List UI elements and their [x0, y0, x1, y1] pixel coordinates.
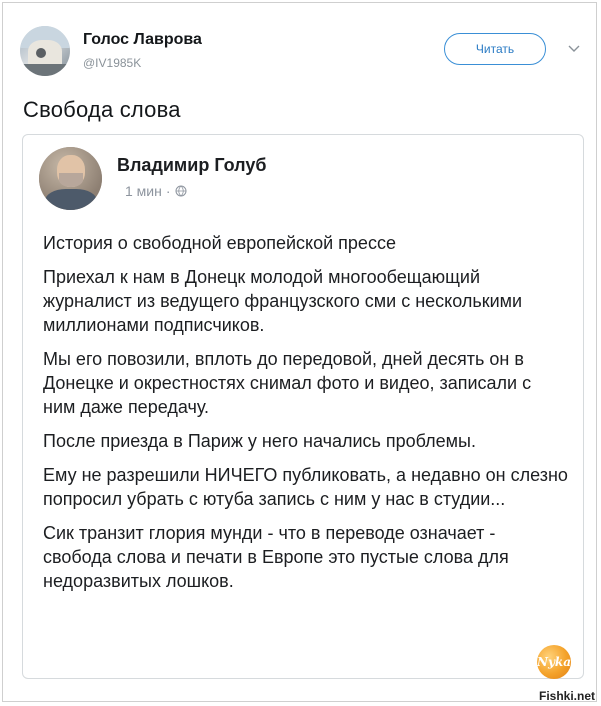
screenshot-frame: Голос Лаврова @IV1985K Читать Свобода сл…: [2, 2, 597, 702]
post-paragraph: Сик транзит глория мунди - что в перевод…: [43, 523, 509, 591]
author-avatar[interactable]: [39, 147, 102, 210]
meta-separator: ·: [165, 183, 171, 199]
post-paragraph: Приехал к нам в Донецк молодой многообещ…: [43, 267, 523, 335]
post-author-name[interactable]: Владимир Голуб: [117, 155, 267, 176]
post-meta: 1 мин ·: [125, 183, 187, 199]
tweet-header: Голос Лаврова @IV1985K Читать: [20, 23, 580, 79]
account-avatar[interactable]: [20, 26, 70, 76]
site-watermark: Fishki.net: [538, 689, 595, 703]
post-body: История о свободной европейской прессе П…: [43, 231, 568, 603]
post-paragraph: Ему не разрешили НИЧЕГО публиковать, а н…: [43, 465, 568, 509]
tweet-text: Свобода слова: [23, 97, 181, 122]
post-paragraph: Мы его повозили, вплоть до передовой, дн…: [43, 349, 532, 417]
embedded-post-card: Владимир Голуб 1 мин · История о свободн…: [22, 134, 584, 679]
post-time[interactable]: 1 мин: [125, 183, 162, 199]
post-paragraph: После приезда в Париж у него начались пр…: [43, 431, 476, 451]
account-name[interactable]: Голос Лаврова: [83, 31, 202, 49]
chevron-down-icon[interactable]: [568, 43, 580, 55]
account-handle[interactable]: @IV1985K: [83, 56, 141, 70]
globe-icon: [175, 185, 187, 197]
follow-button[interactable]: Читать: [444, 33, 546, 65]
post-paragraph: История о свободной европейской прессе: [43, 233, 396, 253]
site-logo: Nyka: [537, 645, 571, 679]
